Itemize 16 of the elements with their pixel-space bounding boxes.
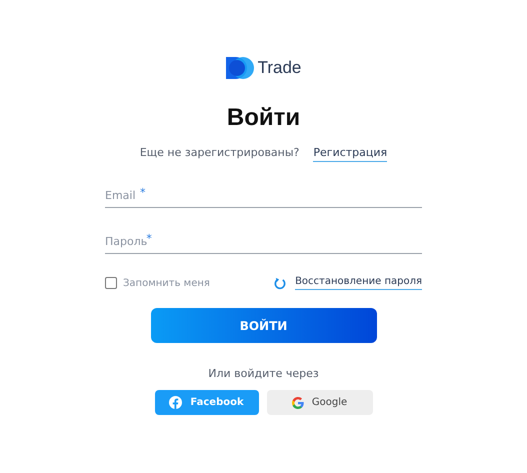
required-mark: *: [146, 232, 152, 245]
refresh-icon: [274, 276, 288, 290]
remember-checkbox[interactable]: [105, 277, 117, 289]
alt-login-prompt: Или войдите через: [208, 367, 319, 380]
google-icon: [292, 396, 304, 408]
login-button[interactable]: ВОЙТИ: [150, 308, 376, 343]
facebook-icon: [169, 396, 182, 409]
logo-icon: [226, 57, 254, 79]
recover-password-link[interactable]: Восстановление пароля: [295, 276, 422, 290]
required-mark: *: [140, 186, 146, 199]
register-prompt: Еще не зарегистрированы?: [140, 146, 300, 159]
register-link[interactable]: Регистрация: [313, 146, 388, 162]
logo-text: Trade: [258, 58, 302, 78]
page-title: Войти: [226, 104, 300, 132]
google-button[interactable]: Google: [266, 390, 372, 415]
remember-label: Запомнить меня: [123, 278, 210, 288]
